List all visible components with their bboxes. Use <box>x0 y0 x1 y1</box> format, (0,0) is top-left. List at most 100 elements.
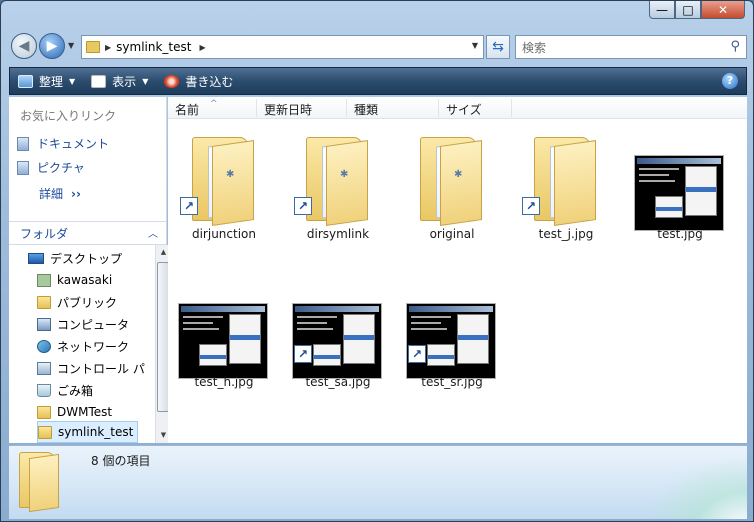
view-button[interactable]: 表示 ▼ <box>83 68 156 94</box>
help-button[interactable]: ? <box>722 73 738 89</box>
thumbnail-text-line <box>411 316 451 318</box>
chevron-down-icon: ▼ <box>69 76 76 86</box>
file-item[interactable]: ↗ test_sa.jpg <box>288 273 388 403</box>
column-label: サイズ <box>446 103 482 117</box>
burn-button[interactable]: 書き込む <box>156 68 241 94</box>
thumbnail-text-line <box>411 322 441 324</box>
favorite-link-documents[interactable]: ドキュメント <box>17 135 109 152</box>
column-headers: 名前 ^ 更新日時 種類 サイズ <box>168 97 747 119</box>
file-name: original <box>429 227 475 241</box>
tree-label: ネットワーク <box>57 339 130 354</box>
folders-title: フォルダ <box>20 227 69 241</box>
file-name: test.jpg <box>657 227 703 241</box>
column-divider[interactable] <box>511 99 512 117</box>
column-header-type[interactable]: 種類 <box>347 101 378 118</box>
file-item[interactable]: ✱ ↗ dirjunction <box>174 125 274 255</box>
tree-label: パブリック <box>57 295 118 310</box>
forward-button[interactable]: ▶ <box>39 33 65 59</box>
thumbnail-text-line <box>297 322 327 324</box>
thumbnail-titlebar <box>409 306 493 312</box>
address-dropdown-icon[interactable]: ▼ <box>472 41 478 50</box>
tree-label: デスクトップ <box>50 251 123 266</box>
desktop-icon <box>28 252 44 264</box>
forward-arrow-icon: ▶ <box>46 38 58 54</box>
tree-item-public[interactable]: パブリック <box>37 291 117 313</box>
double-chevron-icon: ›› <box>66 187 81 201</box>
shortcut-arrow-icon: ↗ <box>522 197 540 215</box>
column-label: 名前 <box>175 103 200 117</box>
favorites-title: お気に入りリンク <box>20 109 117 123</box>
file-item[interactable]: ↗ test_sr.jpg <box>402 273 502 403</box>
thumbnail-submenu <box>199 344 227 366</box>
search-input[interactable]: 検索 ⚲ <box>515 35 747 59</box>
item-count: 8 個の項目 <box>91 454 151 468</box>
breadcrumb-arrow-icon[interactable]: ▶ <box>199 43 205 52</box>
folder-icon: ✱ <box>306 137 368 226</box>
breadcrumb-current[interactable]: symlink_test <box>116 40 191 54</box>
tree-item-network[interactable]: ネットワーク <box>37 335 129 357</box>
favorite-label: ドキュメント <box>37 137 110 151</box>
image-thumbnail <box>292 303 382 379</box>
breadcrumb-arrow-icon[interactable]: ▶ <box>105 43 111 52</box>
documents-icon <box>17 136 29 151</box>
user-folder-icon <box>37 273 51 287</box>
folder-tree: デスクトップ kawasaki パブリック コンピュータ ネットワーク コントロ… <box>9 245 149 443</box>
thumbnail-submenu <box>655 196 683 218</box>
folder-front-shape <box>554 140 596 226</box>
view-icon <box>91 74 107 88</box>
folder-icon: ✱ <box>192 137 254 226</box>
tree-item-user[interactable]: kawasaki <box>37 269 112 291</box>
recent-pages-dropdown[interactable]: ▼ <box>68 41 74 50</box>
minimize-button[interactable]: — <box>649 1 675 19</box>
tree-item-recycle-bin[interactable]: ごみ箱 <box>37 379 93 401</box>
folder-icon <box>19 452 59 513</box>
thumbnail-text-line <box>183 328 219 330</box>
thumbnail-titlebar <box>637 158 721 164</box>
folder-icon <box>37 405 51 419</box>
favorite-label: ピクチャ <box>37 161 85 175</box>
tree-item-desktop[interactable]: デスクトップ <box>28 247 122 269</box>
file-name: test_j.jpg <box>538 227 594 241</box>
file-item[interactable]: ✱ original <box>402 125 502 255</box>
organize-button[interactable]: 整理 ▼ <box>10 68 83 94</box>
folder-front-shape <box>212 140 254 226</box>
tree-item-control-panel[interactable]: コントロール パ <box>37 357 145 379</box>
file-name: dirsymlink <box>306 227 370 241</box>
refresh-button[interactable]: ⇆ <box>486 35 510 59</box>
tree-label: DWMTest <box>57 405 113 419</box>
file-item[interactable]: test_h.jpg <box>174 273 274 403</box>
search-icon[interactable]: ⚲ <box>730 39 740 54</box>
tree-item-symlink-test[interactable]: symlink_test <box>37 421 139 443</box>
thumbnail-titlebar <box>181 306 265 312</box>
column-header-name[interactable]: 名前 ^ <box>168 99 218 118</box>
column-header-date[interactable]: 更新日時 <box>257 101 312 118</box>
tree-label: symlink_test <box>58 425 134 439</box>
address-row: ◀ ▶ ▼ ▶ symlink_test ▶ ▼ ⇆ 検索 ⚲ <box>9 31 747 61</box>
folder-icon: ✱ <box>420 137 482 226</box>
navigation-pane: お気に入りリンク ドキュメント ピクチャ 詳細 ›› フォルダ ︿ デスクトップ… <box>9 97 170 443</box>
thumbnail-menu <box>685 166 717 216</box>
address-bar[interactable]: ▶ symlink_test ▶ ▼ <box>81 35 484 59</box>
file-item[interactable]: ↗ test_j.jpg <box>516 125 616 255</box>
tree-item-dwmtest[interactable]: DWMTest <box>37 401 112 423</box>
folders-header[interactable]: フォルダ ︿ <box>9 221 166 245</box>
caption-buttons: — □ ✕ <box>649 1 745 19</box>
thumbnail-submenu <box>427 344 455 366</box>
favorite-link-pictures[interactable]: ピクチャ <box>17 159 85 176</box>
details-pane: 8 個の項目 <box>9 445 747 519</box>
tree-item-computer[interactable]: コンピュータ <box>37 313 129 335</box>
decorative-swoosh <box>627 445 747 519</box>
favorites-more-link[interactable]: 詳細 ›› <box>39 185 81 202</box>
image-thumbnail <box>634 155 724 231</box>
file-item[interactable]: test.jpg <box>630 125 730 255</box>
column-header-size[interactable]: サイズ <box>439 101 482 118</box>
column-label: 種類 <box>354 103 379 117</box>
file-item[interactable]: ✱ ↗ dirsymlink <box>288 125 388 255</box>
maximize-button[interactable]: □ <box>675 1 701 19</box>
view-label: 表示 <box>112 74 137 89</box>
refresh-icon: ⇆ <box>492 39 504 55</box>
folder-front-shape <box>440 140 482 226</box>
back-button[interactable]: ◀ <box>11 33 37 59</box>
close-button[interactable]: ✕ <box>701 1 745 19</box>
thumbnail-text-line <box>639 168 679 170</box>
